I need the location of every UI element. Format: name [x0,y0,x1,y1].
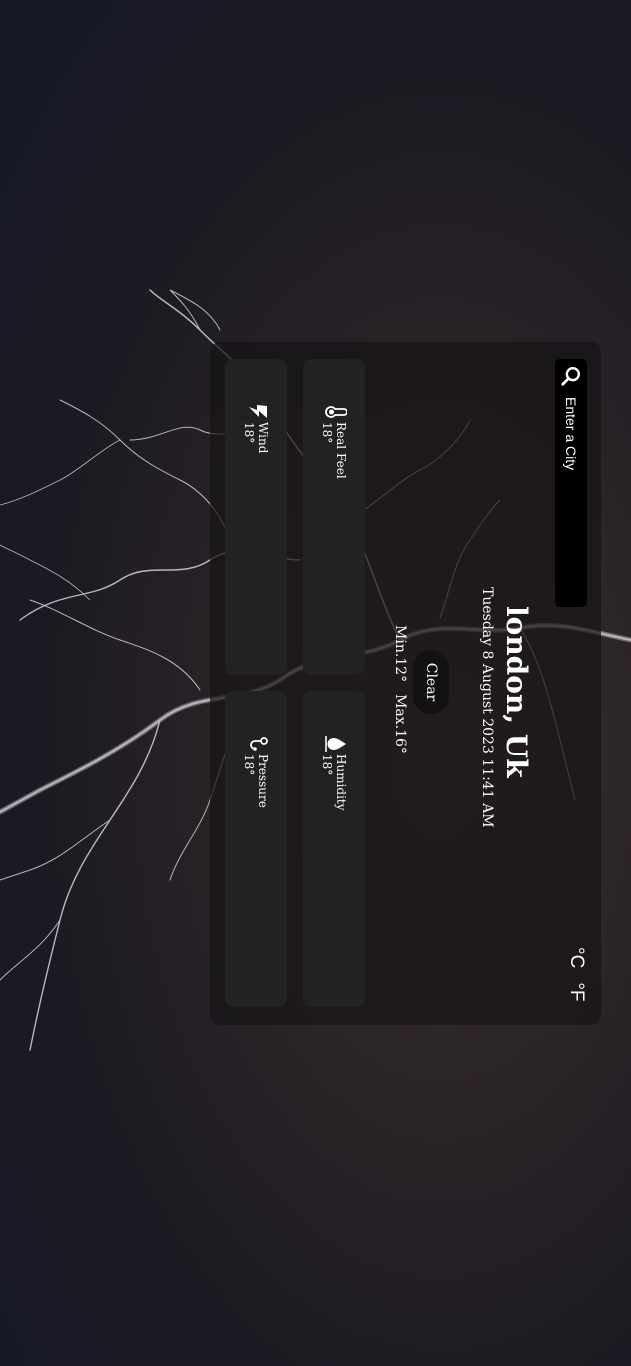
pressure-label: Pressure [256,754,270,808]
city-name: london, Uk [500,606,533,778]
humidity-value: 18° [320,754,334,776]
real-feel-value: 18° [320,422,334,444]
rotated-viewport: °C °F london, Uk Tuesday 8 August 2023 1… [0,0,631,1366]
fahrenheit-button[interactable]: °F [565,982,587,1001]
real-feel-label: Real Feel [334,422,348,479]
pressure-value: 18° [242,754,256,776]
humidity-label: Humidity [334,754,348,811]
droplet-icon [325,736,346,752]
date-time: Tuesday 8 August 2023 11:41 AM [479,587,495,828]
wind-icon [249,405,267,418]
celsius-button[interactable]: °C [565,947,587,968]
condition-badge: Clear [413,650,449,714]
humidity-card: Humidity 18° [303,691,365,1007]
city-search-input[interactable] [562,395,580,599]
pressure-card: Pressure 18° [225,691,287,1007]
min-temperature: Min.12° [392,625,408,683]
search-bar [555,359,587,607]
unit-toggle: °C °F [565,947,587,1002]
weather-panel: °C °F london, Uk Tuesday 8 August 2023 1… [210,342,601,1025]
wind-card: Wind 18° [225,359,287,675]
wind-value: 18° [242,422,256,444]
max-temperature: Max.16° [392,694,408,754]
gauge-icon [250,737,268,751]
wind-label: Wind [256,422,270,454]
thermometer-icon [325,406,347,418]
temperature-range: Min.12° Max.16° [392,625,408,754]
real-feel-card: Real Feel 18° [303,359,365,675]
search-icon[interactable] [560,365,582,387]
